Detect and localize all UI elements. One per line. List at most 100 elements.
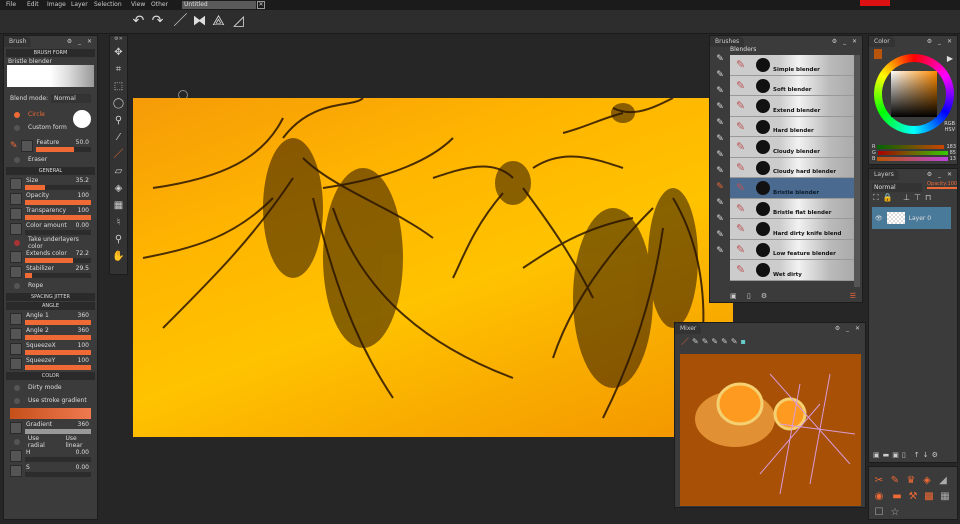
brush-item[interactable]: ✎ Bristle flat blender <box>730 198 854 219</box>
brush-item[interactable]: ✎ Hard blender <box>730 116 854 137</box>
brush-tab[interactable]: Brush <box>4 36 32 47</box>
rope-checkbox[interactable] <box>14 282 20 289</box>
grid-icon[interactable]: ▦ <box>938 490 952 504</box>
gradient-bar[interactable] <box>10 408 91 419</box>
brush-category-icon[interactable]: ✎ <box>712 115 728 131</box>
angle-1-slider[interactable]: Angle 1 360 <box>25 312 91 325</box>
eraser-option[interactable]: Eraser <box>6 153 95 166</box>
crown-icon[interactable]: ♛ <box>904 474 918 488</box>
brush-item[interactable]: ✎ Soft blender <box>730 75 854 96</box>
mixer-canvas[interactable] <box>680 354 861 506</box>
saturation-value-square[interactable] <box>891 71 937 117</box>
brush-category-icon[interactable]: ✎ <box>712 211 728 227</box>
take-underlayers-option[interactable]: Take underlayers color <box>6 236 95 250</box>
panel-controls[interactable]: ⚙ _ ✕ <box>927 38 954 45</box>
move-tool-icon[interactable]: ✥ <box>110 44 127 61</box>
brush-category-icon[interactable]: ✎ <box>712 163 728 179</box>
use-linear-label[interactable]: Use linear <box>65 435 95 449</box>
window-control[interactable] <box>860 0 890 6</box>
section-color[interactable]: COLOR <box>6 372 95 380</box>
brush-category-icon[interactable]: ✎ <box>712 131 728 147</box>
squeezex-slider[interactable]: SqueezeX 100 <box>25 342 91 355</box>
mixer-tab[interactable]: Mixer <box>675 323 702 334</box>
perspective-icon[interactable]: ⟁ <box>210 13 227 30</box>
brush-category-icon[interactable]: ✎ <box>712 227 728 243</box>
gradient-tool-icon[interactable]: ▦ <box>110 197 127 214</box>
menu-view[interactable]: View <box>131 1 145 8</box>
color-tab[interactable]: Color <box>869 36 895 47</box>
stabilizer-slider[interactable]: Stabilizer 29.5 <box>25 265 91 278</box>
channel-slider[interactable] <box>877 151 948 155</box>
menu-image[interactable]: Image <box>47 1 66 8</box>
s-checkbox[interactable] <box>10 464 22 477</box>
channel-slider[interactable] <box>877 145 945 149</box>
brush-tool-icon[interactable]: ／ <box>110 146 127 163</box>
smudge-icon[interactable]: ♮ <box>110 214 127 231</box>
menu-other[interactable]: Other <box>151 1 168 8</box>
brush-category-icon[interactable]: ✎ <box>712 243 728 259</box>
take-underlayers-checkbox[interactable] <box>14 239 20 246</box>
redo-icon[interactable]: ↷ <box>149 13 166 30</box>
section-brush-form[interactable]: BRUSH FORM <box>6 49 95 57</box>
note-icon[interactable]: ☐ <box>872 506 886 520</box>
section-angle[interactable]: ANGLE <box>6 302 95 310</box>
brush-item[interactable]: ✎ Cloudy hard blender <box>730 157 854 178</box>
s-slider[interactable]: S 0.00 <box>25 464 91 477</box>
extends-color-slider[interactable]: Extends color 72.2 <box>25 250 91 263</box>
ruler-icon[interactable]: ◿ <box>230 13 247 30</box>
zoom-icon[interactable]: ⚲ <box>110 231 127 248</box>
pressure-icon[interactable]: ✎ <box>10 141 18 151</box>
dirty-mode-checkbox[interactable] <box>14 384 20 391</box>
layer-name[interactable]: Layer 0 <box>909 215 931 222</box>
section-spacing-jitter[interactable]: SPACING JITTER <box>6 293 95 301</box>
brush-category-icon[interactable]: ✎ <box>712 99 728 115</box>
h-checkbox[interactable] <box>10 449 22 462</box>
hammer-icon[interactable]: ⚒ <box>906 490 920 504</box>
feature-checkbox[interactable] <box>20 139 33 152</box>
hue-ring[interactable] <box>874 54 954 134</box>
panel-controls[interactable]: ⚙ _ ✕ <box>67 38 94 45</box>
panel-controls[interactable]: ⚙ _ ✕ <box>835 325 862 332</box>
record-icon[interactable]: ◉ <box>872 490 886 504</box>
squeezex-checkbox[interactable] <box>10 342 22 355</box>
layer-blend-select[interactable]: Normal <box>872 183 922 192</box>
brush-settings-icon[interactable]: ✎ <box>888 474 902 488</box>
layer-footer-buttons[interactable]: ▣▬▣▯ ↑↓⚙ <box>873 451 941 459</box>
menu-layer[interactable]: Layer <box>71 1 88 8</box>
squeezey-checkbox[interactable] <box>10 357 22 370</box>
undo-icon[interactable]: ↶ <box>130 13 147 30</box>
lasso-icon[interactable]: ◯ <box>110 95 127 112</box>
size-checkbox[interactable] <box>10 177 22 190</box>
painting-canvas[interactable] <box>133 98 733 437</box>
radial-linear-option[interactable]: Use radial Use linear <box>6 435 95 449</box>
brush-item[interactable]: ✎ Low feature blender <box>730 239 854 260</box>
dirty-mode-option[interactable]: Dirty mode <box>6 381 95 394</box>
tools-controls[interactable]: ⚙✕ <box>110 36 127 44</box>
menu-edit[interactable]: Edit <box>27 1 39 8</box>
brush-item[interactable]: ✎ Hard dirty knife blend <box>730 219 854 240</box>
symmetry-icon[interactable]: ⧓ <box>191 13 208 30</box>
layer-opacity[interactable]: Opacity:100 <box>927 181 958 189</box>
circle-radio[interactable] <box>14 111 20 118</box>
brush-category-icon[interactable]: ✎ <box>712 195 728 211</box>
eyedropper-icon[interactable]: ⁄ <box>110 129 127 146</box>
gradient-slider[interactable]: Gradient 360 <box>25 421 91 434</box>
rope-option[interactable]: Rope <box>6 279 95 292</box>
crop-tool-icon[interactable]: ⌗ <box>110 61 127 78</box>
ramp-icon[interactable]: ◢ <box>936 474 950 488</box>
play-icon[interactable]: ▶ <box>947 54 953 63</box>
list-view-icon[interactable]: ☰ <box>850 292 856 300</box>
squeezey-slider[interactable]: SqueezeY 100 <box>25 357 91 370</box>
image-icon[interactable]: ▬ <box>890 490 904 504</box>
layer-tools[interactable]: ⛶🔒 ⊥⊤⊓ <box>873 193 935 203</box>
opacity-slider[interactable]: Opacity 100 <box>25 192 91 205</box>
panel-controls[interactable]: ⚙ _ ✕ <box>927 171 954 178</box>
fill-icon[interactable]: ◈ <box>110 180 127 197</box>
hand-icon[interactable]: ✋ <box>110 248 127 265</box>
brush-item[interactable]: ✎ Simple blender <box>730 55 854 76</box>
tools-icon[interactable]: ✂ <box>872 474 886 488</box>
blend-mode-select[interactable]: Normal <box>51 94 91 103</box>
stroke-gradient-checkbox[interactable] <box>14 397 20 404</box>
brush-item[interactable]: ✎ Wet dirty <box>730 260 854 281</box>
size-slider[interactable]: Size 35.2 <box>25 177 91 190</box>
